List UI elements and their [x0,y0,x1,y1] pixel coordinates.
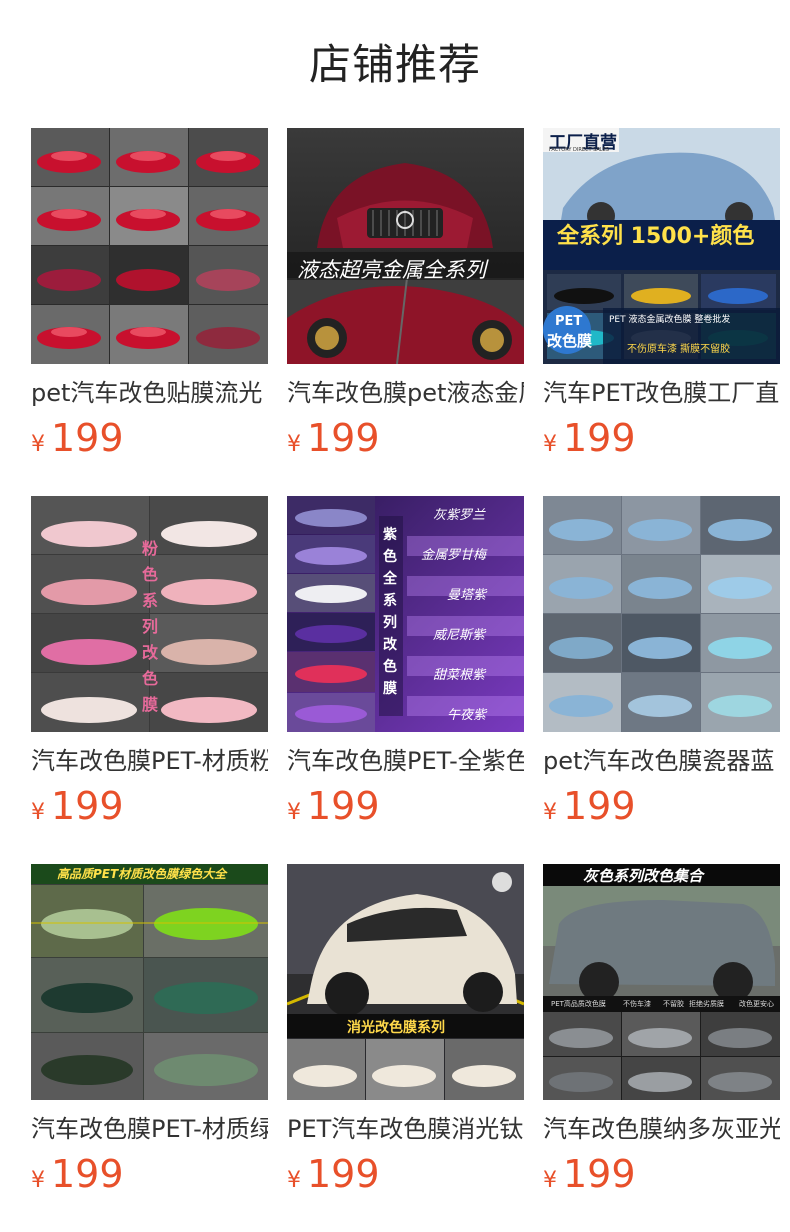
product-image[interactable]: 灰色系列改色集合 PET高品质改色膜 不伤车漆 不留胶 拒绝劣质膜 改色更安心 [543,864,780,1100]
price-value: 199 [307,784,380,828]
store-recommend-page: 店铺推荐 pet汽车改色贴膜流光 ¥ 199 液态超亮金属全系列 汽车改色膜pe… [0,0,790,1232]
image-caption: PET高品质改色膜 [551,1000,606,1008]
product-name[interactable]: 汽车改色膜PET-全紫色系列 [287,745,524,777]
product-price: ¥199 [287,1154,524,1194]
product-card[interactable]: 消光改色膜系列 PET汽车改色膜消光钛 ¥199 [287,864,524,1232]
product-price: ¥199 [543,786,780,826]
product-price: ¥199 [31,418,268,458]
product-card[interactable]: 工厂直营 FACTORY DIRECT SALES 全系列 1500+颜色 PE… [543,128,780,496]
product-card[interactable]: pet汽车改色贴膜流光 ¥199 [31,128,268,496]
currency-symbol: ¥ [543,432,557,457]
product-price: ¥199 [543,418,780,458]
page-title: 店铺推荐 [308,40,481,89]
image-caption: 不伤车漆 [623,1000,651,1008]
product-name[interactable]: pet汽车改色贴膜流光 [31,377,268,409]
image-headline: 全系列 1500+颜色 [557,224,755,249]
product-card[interactable]: 灰色系列改色集合 PET高品质改色膜 不伤车漆 不留胶 拒绝劣质膜 改色更安心 … [543,864,780,1232]
image-caption: 拒绝劣质膜 [689,1000,724,1008]
image-caption: 液态超亮金属全系列 [297,258,486,282]
product-image[interactable] [543,496,780,732]
product-card[interactable]: 粉色系列改色膜 汽车改色膜PET-材质粉色 ¥199 [31,496,268,864]
currency-symbol: ¥ [287,1168,301,1193]
currency-symbol: ¥ [31,800,45,825]
image-caption: 改色更安心 [739,1000,774,1008]
image-headline: 灰色系列改色集合 [583,867,704,885]
image-caption: 消光改色膜系列 [347,1020,445,1036]
price-value: 199 [51,416,124,460]
currency-symbol: ¥ [31,432,45,457]
color-label: 曼塔紫 [447,588,487,603]
price-value: 199 [51,1152,124,1196]
price-value: 199 [307,1152,380,1196]
product-name[interactable]: 汽车改色膜纳多灰亚光 [543,1113,780,1145]
product-name[interactable]: 汽车改色膜pet液态金属全系列 [287,377,524,409]
image-logo-text: 改色膜 [547,332,593,350]
price-value: 199 [563,784,636,828]
product-card[interactable]: pet汽车改色膜瓷器蓝 ¥199 [543,496,780,864]
product-image[interactable]: 紫色全系列改色膜 灰紫罗兰 金属罗甘梅 曼塔紫 威尼斯紫 甜菜根紫 午夜紫 [287,496,524,732]
product-grid: pet汽车改色贴膜流光 ¥199 液态超亮金属全系列 汽车改色膜pet液态金 ¥… [31,128,780,1232]
product-card[interactable]: 紫色全系列改色膜 灰紫罗兰 金属罗甘梅 曼塔紫 威尼斯紫 甜菜根紫 午夜紫 汽车… [287,496,524,864]
image-caption: 不留胶 [663,1000,684,1008]
price-value: 199 [307,416,380,460]
image-badge-subtext: FACTORY DIRECT SALES [549,147,609,153]
product-name[interactable]: 汽车改色膜PET-材质粉色 [31,745,268,777]
product-image[interactable]: 液态超亮金属全系列 [287,128,524,364]
currency-symbol: ¥ [287,432,301,457]
image-headline: 高品质PET材质改色膜绿色大全 [57,867,227,881]
image-caption: PET 液态金属改色膜 整卷批发 [609,315,731,325]
currency-symbol: ¥ [543,800,557,825]
price-value: 199 [51,784,124,828]
product-image[interactable]: 高品质PET材质改色膜绿色大全 [31,864,268,1100]
price-value: 199 [563,416,636,460]
price-value: 199 [563,1152,636,1196]
image-vertical-caption: 粉色系列改色膜 [141,539,158,714]
image-caption: 不伤原车漆 撕膜不留胶 [627,344,731,355]
color-label: 威尼斯紫 [433,628,486,643]
product-price: ¥199 [287,786,524,826]
product-image[interactable]: 粉色系列改色膜 [31,496,268,732]
product-price: ¥199 [543,1154,780,1194]
product-image[interactable] [31,128,268,364]
color-label: 灰紫罗兰 [433,508,486,523]
product-image[interactable]: 消光改色膜系列 [287,864,524,1100]
product-name[interactable]: 汽车PET改色膜工厂直营 [543,377,780,409]
currency-symbol: ¥ [543,1168,557,1193]
product-name[interactable]: pet汽车改色膜瓷器蓝 [543,745,780,777]
product-name[interactable]: PET汽车改色膜消光钛 [287,1113,524,1145]
color-label: 午夜紫 [447,708,487,723]
product-name[interactable]: 汽车改色膜PET-材质绿色 [31,1113,268,1145]
currency-symbol: ¥ [287,800,301,825]
product-card[interactable]: 液态超亮金属全系列 汽车改色膜pet液态金属全系列 ¥199 [287,128,524,496]
image-logo-text: PET [555,314,583,329]
product-price: ¥199 [287,418,524,458]
color-label: 甜菜根紫 [433,668,486,683]
product-price: ¥199 [31,786,268,826]
image-vertical-caption: 紫色全系列改色膜 [383,527,397,697]
currency-symbol: ¥ [31,1168,45,1193]
product-image[interactable]: 工厂直营 FACTORY DIRECT SALES 全系列 1500+颜色 PE… [543,128,780,364]
color-label: 金属罗甘梅 [421,548,487,563]
product-price: ¥199 [31,1154,268,1194]
product-card[interactable]: 高品质PET材质改色膜绿色大全 汽车改色膜PET-材质绿色 ¥199 [31,864,268,1232]
